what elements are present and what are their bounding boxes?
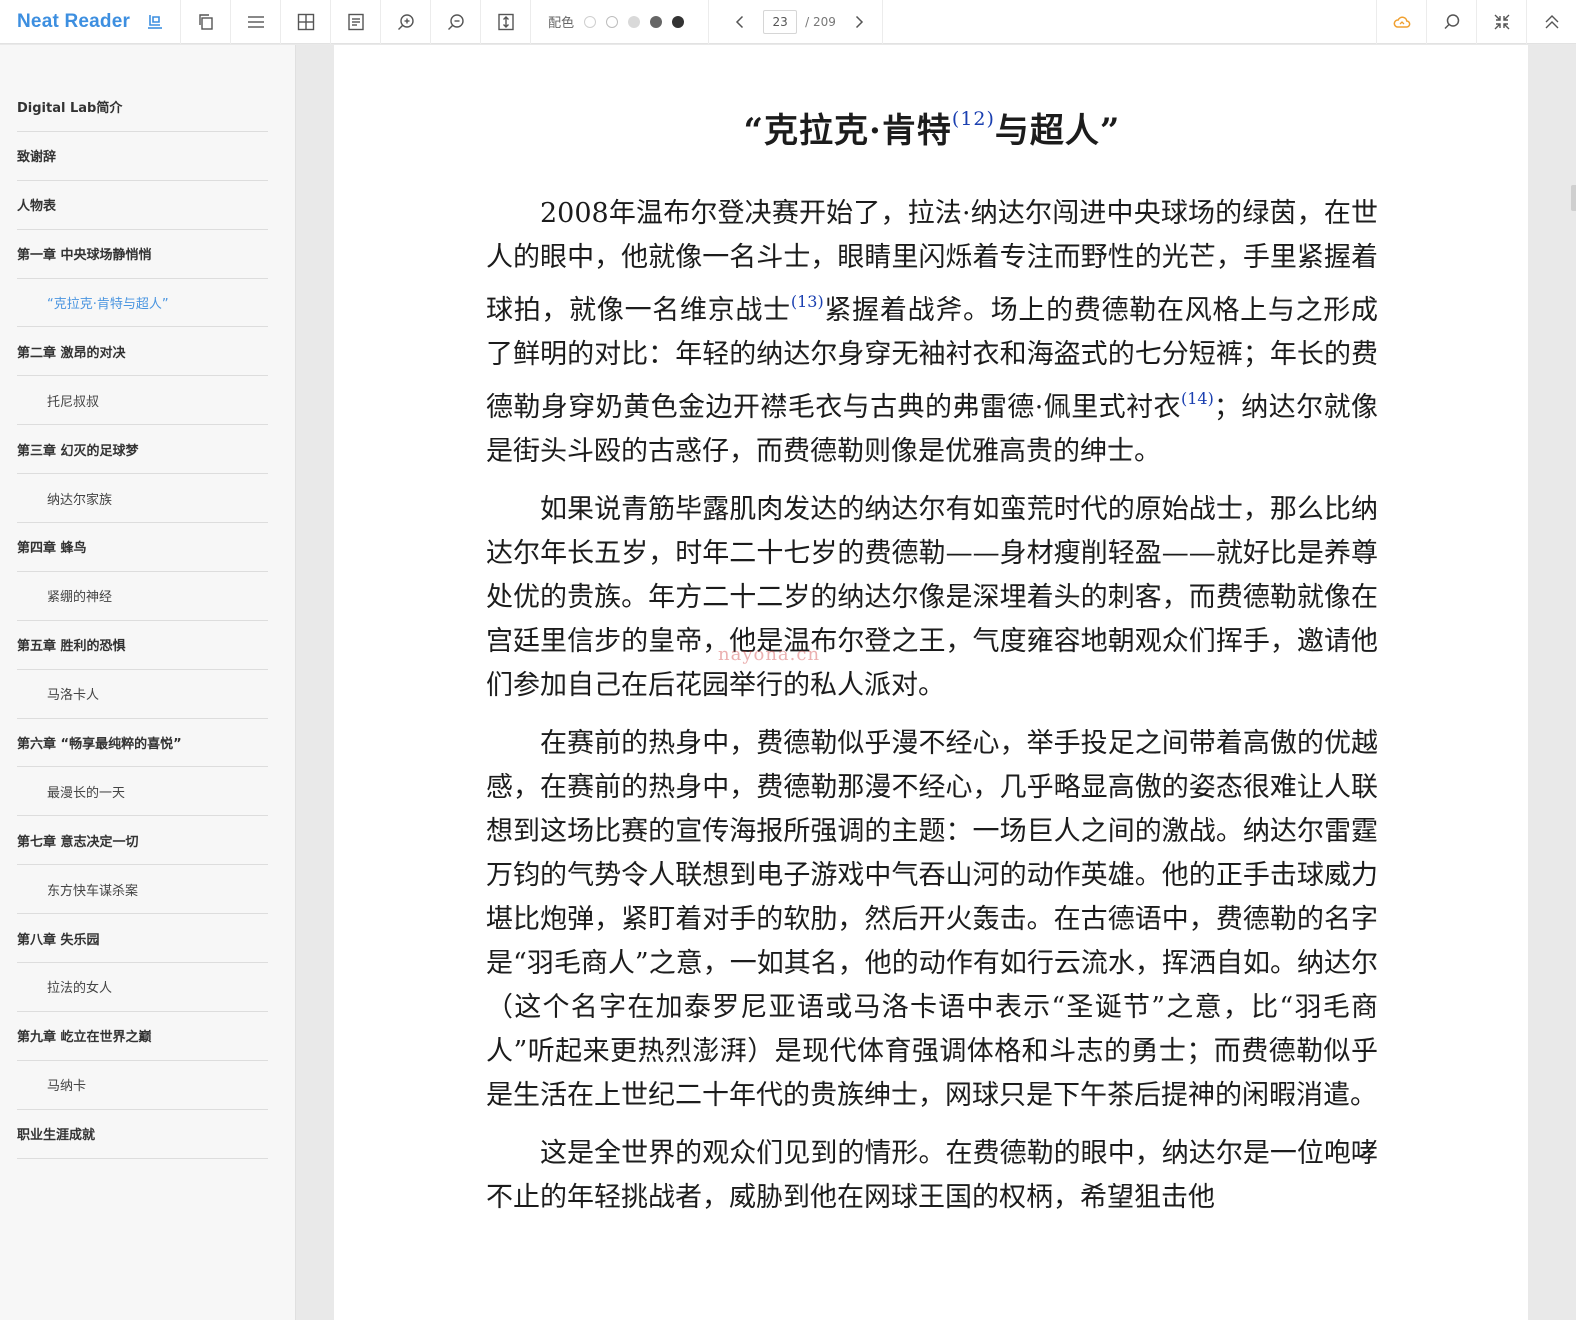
toc-item[interactable]: 马纳卡 [17, 1061, 268, 1110]
toc-item[interactable]: 第六章 “畅享最纯粹的喜悦” [17, 719, 268, 768]
toc-item-label: Digital Lab简介 [17, 101, 123, 117]
toc-item[interactable]: 托尼叔叔 [17, 376, 268, 426]
page-content: “克拉克·肯特(12)与超人” 2008年温布尔登决赛开始了，拉法·纳达尔闯进中… [486, 45, 1378, 1234]
toc-item-label: 东方快车谋杀案 [47, 883, 139, 899]
chevron-up-double-icon [1545, 15, 1558, 29]
search-icon [1443, 14, 1459, 30]
color-scheme: 配色 [531, 0, 710, 44]
prev-page-icon[interactable] [731, 13, 749, 31]
collapse-button[interactable] [1476, 0, 1526, 44]
footnote-ref[interactable]: (14) [1181, 389, 1214, 408]
toc-item-label: 第八章 失乐园 [17, 932, 100, 948]
toc-item-label: 人物表 [17, 199, 57, 215]
pager: / 209 [709, 0, 883, 44]
watermark: nayona.cn [718, 644, 821, 665]
toc-item-label: 纳达尔家族 [47, 492, 113, 508]
notes-button[interactable] [331, 0, 382, 44]
toc-item-label: 马纳卡 [47, 1079, 87, 1095]
toc-item[interactable]: 第九章 屹立在世界之巅 [17, 1012, 268, 1061]
toc-item-label: 拉法的女人 [47, 981, 113, 997]
swatch-dark-gray[interactable] [650, 15, 663, 28]
toc-button[interactable] [231, 0, 282, 44]
footnote-ref[interactable]: (12) [952, 108, 995, 130]
swatch-white[interactable] [584, 15, 597, 28]
toc-item[interactable]: 紧绷的神经 [17, 572, 268, 621]
paragraph-2: 如果说青筋毕露肌肉发达的纳达尔有如蛮荒时代的原始战士，那么比纳达尔年长五岁，时年… [486, 494, 1378, 701]
toc-item[interactable]: 东方快车谋杀案 [17, 865, 268, 915]
toolbar: Neat Reader 配色 / 209 [0, 0, 1576, 44]
menu-icon [247, 15, 264, 28]
color-scheme-label: 配色 [548, 16, 575, 31]
footnote-ref[interactable]: (13) [791, 292, 824, 311]
swatch-dark[interactable] [672, 15, 685, 28]
app-name: Neat Reader [17, 10, 131, 32]
toc-item[interactable]: 马洛卡人 [17, 670, 268, 719]
toc-item-label: 致谢辞 [17, 150, 57, 166]
paragraph-3: 在赛前的热身中，费德勒似乎漫不经心，举手投足之间带着高傲的优越感，在赛前的热身中… [486, 728, 1378, 1111]
toc-item-label: 托尼叔叔 [47, 394, 100, 410]
toc-item-label: 最漫长的一天 [47, 785, 126, 801]
page-scroll-handle[interactable] [1571, 185, 1576, 211]
swatch-gray[interactable] [628, 15, 641, 28]
toc-item[interactable]: 第四章 蜂鸟 [17, 523, 268, 572]
zoom-out-button[interactable] [431, 0, 482, 44]
toc-item-label: 紧绷的神经 [47, 590, 113, 606]
copy-icon [198, 13, 213, 30]
fit-height-icon [497, 13, 514, 30]
toc-item-label: 第七章 意志决定一切 [17, 834, 139, 850]
right-tools [1376, 0, 1576, 44]
toc-item-label: 第六章 “畅享最纯粹的喜悦” [17, 737, 182, 753]
toc-item[interactable]: 第八章 失乐园 [17, 914, 268, 964]
toc-item[interactable]: 最漫长的一天 [17, 767, 268, 817]
toc-item[interactable]: 职业生涯成就 [17, 1110, 268, 1159]
hide-toolbar-button[interactable] [1526, 0, 1576, 44]
toc-item-label: 职业生涯成就 [17, 1128, 96, 1144]
zoom-in-icon [397, 13, 414, 30]
toc-item-active[interactable]: “克拉克·肯特与超人” [17, 279, 268, 328]
chapter-title: “克拉克·肯特(12)与超人” [486, 103, 1378, 152]
toc-list: Digital Lab简介 致谢辞 人物表 第一章 中央球场静悄悄 “克拉克·肯… [17, 83, 268, 1159]
toc-item[interactable]: 致谢辞 [17, 132, 268, 181]
toc-item[interactable]: 第三章 幻灭的足球梦 [17, 425, 268, 475]
paragraph-1: 2008年温布尔登决赛开始了，拉法·纳达尔闯进中央球场的绿茵，在世人的眼中，他就… [486, 192, 1378, 474]
search-button[interactable] [1426, 0, 1476, 44]
cloud-icon [1393, 16, 1410, 28]
toc-item-label: 第九章 屹立在世界之巅 [17, 1030, 152, 1046]
toc-item-label: 第五章 胜利的恐惧 [17, 639, 126, 655]
toc-item-label: 第二章 激昂的对决 [17, 345, 126, 361]
compress-icon [1494, 14, 1509, 30]
toc-item-label: 马洛卡人 [47, 688, 100, 704]
toc-item[interactable]: 第二章 激昂的对决 [17, 327, 268, 377]
toc-item-label: 第四章 蜂鸟 [17, 541, 87, 557]
toc-item-label: 第一章 中央球场静悄悄 [17, 248, 152, 264]
toc-item[interactable]: 第五章 胜利的恐惧 [17, 621, 268, 670]
paragraph-4: 这是全世界的观众们见到的情形。在费德勒的眼中，纳达尔是一位咆哮不止的年轻挑战者，… [486, 1138, 1378, 1213]
toc-item[interactable]: 人物表 [17, 181, 268, 230]
notes-icon [347, 13, 364, 30]
swatch-light[interactable] [606, 15, 619, 28]
grid-icon [297, 13, 314, 30]
zoom-in-button[interactable] [381, 0, 432, 44]
toc-sidebar: Digital Lab简介 致谢辞 人物表 第一章 中央球场静悄悄 “克拉克·肯… [0, 45, 296, 1320]
grid-button[interactable] [281, 0, 332, 44]
next-page-icon[interactable] [850, 13, 868, 31]
toc-item-label: “克拉克·肯特与超人” [47, 297, 169, 312]
brand: Neat Reader [0, 0, 182, 44]
toc-item[interactable]: 拉法的女人 [17, 963, 268, 1012]
fit-page-button[interactable] [481, 0, 532, 44]
chapter-title-part1: “克拉克·肯特 [743, 111, 952, 151]
toc-item-label: 第三章 幻灭的足球梦 [17, 443, 139, 459]
library-icon[interactable] [146, 13, 164, 31]
chapter-title-part2: 与超人” [994, 111, 1121, 151]
copy-button[interactable] [181, 0, 232, 44]
toc-item[interactable]: 第七章 意志决定一切 [17, 816, 268, 866]
toc-item[interactable]: Digital Lab简介 [17, 83, 268, 132]
toc-item[interactable]: 第一章 中央球场静悄悄 [17, 230, 268, 279]
zoom-out-icon [447, 13, 464, 30]
page-number-input[interactable] [763, 9, 798, 34]
toc-item[interactable]: 纳达尔家族 [17, 474, 268, 524]
cloud-sync-button[interactable] [1376, 0, 1426, 44]
page-total: / 209 [805, 14, 836, 29]
